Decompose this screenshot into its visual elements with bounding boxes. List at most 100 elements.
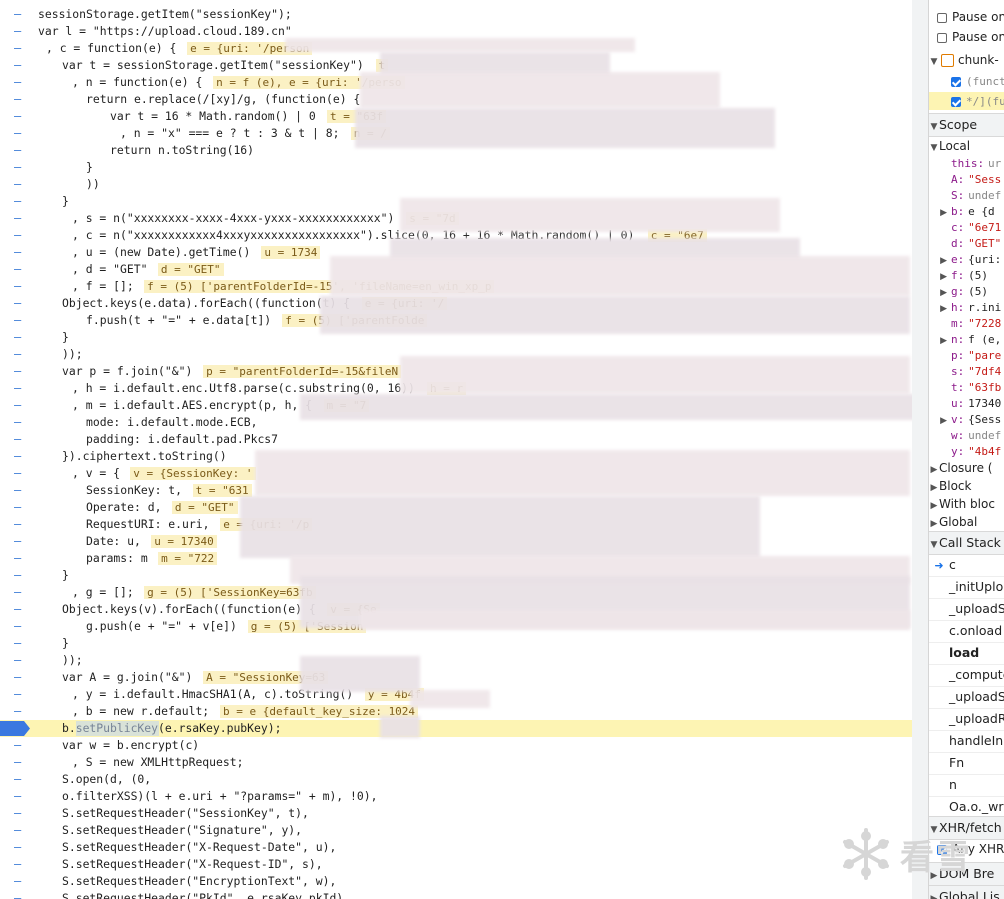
pause-checkbox[interactable]	[937, 12, 947, 23]
triangle-right-icon[interactable]: ▶	[929, 888, 939, 899]
gutter-mark[interactable]: –	[14, 703, 26, 720]
gutter-mark[interactable]: –	[14, 74, 26, 91]
gutter-mark[interactable]: –	[14, 533, 26, 550]
code-line[interactable]: –}	[0, 159, 912, 176]
triangle-right-icon[interactable]: ▶	[929, 461, 939, 477]
code-line[interactable]: –}	[0, 635, 912, 652]
scope-group[interactable]: ▶ Closure (	[929, 459, 1004, 477]
gutter-mark[interactable]: –	[14, 210, 26, 227]
pause-option[interactable]: Pause on	[929, 8, 1004, 26]
call-frame[interactable]: _uploadSt	[929, 598, 1004, 621]
gutter-mark[interactable]: –	[14, 584, 26, 601]
breakpoint-checkbox[interactable]	[951, 76, 961, 87]
gutter-mark[interactable]: –	[14, 23, 26, 40]
gutter-mark[interactable]: –	[14, 40, 26, 57]
call-frame[interactable]: handleInp	[929, 730, 1004, 753]
gutter-mark[interactable]: –	[14, 193, 26, 210]
gutter-mark[interactable]: –	[14, 380, 26, 397]
scope-section-header[interactable]: ▼ Scope	[929, 113, 1004, 137]
gutter-mark[interactable]: –	[14, 227, 26, 244]
gutter-mark[interactable]: –	[14, 176, 26, 193]
call-frame[interactable]: load	[929, 642, 1004, 665]
gutter-mark[interactable]: –	[14, 822, 26, 839]
gutter-mark[interactable]: –	[14, 686, 26, 703]
call-frame[interactable]: n	[929, 774, 1004, 797]
call-frame[interactable]: _uploadSt	[929, 686, 1004, 709]
breakpoint-item[interactable]: (funct	[929, 72, 1004, 90]
gutter-mark[interactable]: –	[14, 414, 26, 431]
gutter-mark[interactable]: –	[14, 635, 26, 652]
gutter-mark[interactable]: –	[14, 142, 26, 159]
scope-variable[interactable]: y: "4b4f	[929, 442, 1004, 460]
call-frame[interactable]: Fn	[929, 752, 1004, 775]
scope-group[interactable]: ▶ Global	[929, 513, 1004, 531]
gutter-mark[interactable]: –	[14, 6, 26, 23]
gutter-mark[interactable]: –	[14, 346, 26, 363]
code-line[interactable]: – S.setRequestHeader("SessionKey", t),	[0, 805, 912, 822]
gutter-mark[interactable]: –	[14, 261, 26, 278]
gutter-mark[interactable]: –	[14, 329, 26, 346]
breakpoint-checkbox[interactable]	[951, 96, 961, 107]
breakpoint-item[interactable]: */](fu	[929, 92, 1004, 110]
code-line[interactable]: – , S = new XMLHttpRequest;	[0, 754, 912, 771]
gutter-mark[interactable]: –	[14, 669, 26, 686]
gutter-mark[interactable]: –	[14, 312, 26, 329]
gutter-mark[interactable]: –	[14, 363, 26, 380]
code-line[interactable]: –));	[0, 652, 912, 669]
pause-checkbox[interactable]	[937, 32, 947, 43]
code-line[interactable]: – o.filterXSS)(l + e.uri + "?params=" + m…	[0, 788, 912, 805]
triangle-down-icon[interactable]: ▼	[929, 53, 939, 69]
gutter-mark[interactable]: –	[14, 244, 26, 261]
gutter-mark[interactable]: –	[14, 516, 26, 533]
call-frame[interactable]: ➜ c	[929, 554, 1004, 577]
gutter-mark[interactable]: –	[14, 754, 26, 771]
gutter-mark[interactable]: –	[14, 125, 26, 142]
call-frame[interactable]: _compute	[929, 664, 1004, 687]
gutter-mark[interactable]: –	[14, 57, 26, 74]
breakpoint-file[interactable]: ▼ chunk-	[929, 51, 1004, 69]
gutter-mark[interactable]: –	[14, 567, 26, 584]
call-frame[interactable]: c.onload	[929, 620, 1004, 643]
gutter-mark[interactable]: –	[14, 431, 26, 448]
triangle-down-icon[interactable]: ▼	[929, 139, 939, 155]
call-stack-header[interactable]: ▼ Call Stack	[929, 531, 1004, 555]
code-line[interactable]: – S.setRequestHeader("EncryptionText", w)…	[0, 873, 912, 890]
gutter-mark[interactable]: –	[14, 482, 26, 499]
gutter-mark[interactable]: –	[14, 873, 26, 890]
gutter-mark[interactable]: –	[14, 465, 26, 482]
code-line[interactable]: – sessionStorage.getItem("sessionKey");	[0, 6, 912, 23]
pause-option[interactable]: Pause on	[929, 28, 1004, 46]
gutter-mark[interactable]: –	[14, 652, 26, 669]
code-line[interactable]: – S.setRequestHeader("PkId", e.rsaKey.pkI…	[0, 890, 912, 899]
gutter-mark[interactable]: –	[14, 159, 26, 176]
local-scope-header[interactable]: ▼ Local	[929, 137, 1004, 155]
triangle-right-icon[interactable]: ▶	[929, 497, 939, 513]
pane-splitter[interactable]	[912, 0, 928, 899]
gutter-mark[interactable]: –	[14, 839, 26, 856]
triangle-down-icon[interactable]: ▼	[929, 116, 939, 136]
code-line[interactable]: – var A = g.join("&") A = "SessionKey=63	[0, 669, 912, 686]
call-frame[interactable]: _uploadRe	[929, 708, 1004, 731]
gutter-mark[interactable]: –	[14, 278, 26, 295]
code-line[interactable]: – S.setRequestHeader("X-Request-ID", s),	[0, 856, 912, 873]
triangle-right-icon[interactable]: ▶	[929, 515, 939, 531]
gutter-mark[interactable]: –	[14, 771, 26, 788]
code-line[interactable]: –))	[0, 176, 912, 193]
gutter-mark[interactable]: –	[14, 737, 26, 754]
triangle-down-icon[interactable]: ▼	[929, 534, 939, 554]
source-code-pane[interactable]: – sessionStorage.getItem("sessionKey"); – v…	[0, 0, 912, 899]
gutter-mark[interactable]: –	[14, 295, 26, 312]
gutter-mark[interactable]: –	[14, 890, 26, 899]
gutter-mark[interactable]: –	[14, 448, 26, 465]
scope-group[interactable]: ▶ Block	[929, 477, 1004, 495]
call-frame[interactable]: _initUplo	[929, 576, 1004, 599]
global-listeners-header[interactable]: ▶ Global Lis	[929, 885, 1004, 899]
gutter-mark[interactable]: –	[14, 788, 26, 805]
gutter-mark[interactable]: –	[14, 108, 26, 125]
code-line[interactable]: – S.setRequestHeader("X-Request-Date", u)…	[0, 839, 912, 856]
triangle-right-icon[interactable]: ▶	[929, 479, 939, 495]
gutter-mark[interactable]: –	[14, 805, 26, 822]
gutter-mark[interactable]: –	[14, 397, 26, 414]
code-line[interactable]: – padding: i.default.pad.Pkcs7	[0, 431, 912, 448]
code-line[interactable]: – S.setRequestHeader("Signature", y),	[0, 822, 912, 839]
